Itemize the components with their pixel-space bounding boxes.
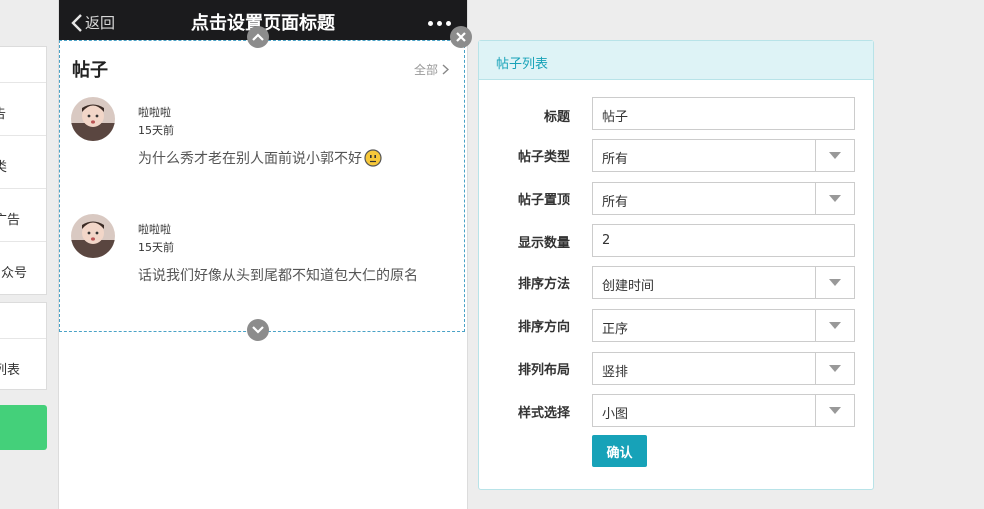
module-title: 帖子 xyxy=(72,60,108,81)
caret-down-icon[interactable] xyxy=(815,183,854,214)
post-time: 15天前 xyxy=(138,124,174,137)
move-up-handle[interactable] xyxy=(247,26,269,48)
post-time: 15天前 xyxy=(138,241,174,254)
sort-method-label: 排序方法 xyxy=(517,277,570,292)
more-icon[interactable] xyxy=(428,21,451,26)
smiley-emoji-icon xyxy=(364,149,382,167)
left-menu-group-2: 列表 xyxy=(0,302,47,390)
post-text: 话说我们好像从头到尾都不知道包大仁的原名 xyxy=(138,268,418,284)
title-label: 标题 xyxy=(543,110,570,125)
style-select[interactable]: 小图 xyxy=(592,394,855,427)
post-author: 啦啦啦 xyxy=(138,106,171,119)
view-all-link[interactable]: 全部 xyxy=(414,61,449,78)
style-label: 样式选择 xyxy=(517,406,570,421)
close-icon xyxy=(456,32,466,42)
left-menu-item[interactable]: 广告 xyxy=(0,188,46,241)
left-menu-group-1: 告 类 广告 众号 xyxy=(0,46,47,295)
green-action-button[interactable] xyxy=(0,405,47,450)
view-all-label: 全部 xyxy=(413,63,438,77)
caret-down-icon[interactable] xyxy=(815,395,854,426)
left-menu-header xyxy=(0,303,46,338)
chevron-right-icon xyxy=(442,64,449,75)
avatar xyxy=(71,214,115,258)
display-count-input[interactable]: 2 xyxy=(592,224,855,257)
display-count-label: 显示数量 xyxy=(517,236,570,251)
post-content: 话说我们好像从头到尾都不知道包大仁的原名 xyxy=(138,265,418,285)
caret-down-icon[interactable] xyxy=(815,140,854,171)
confirm-button[interactable]: 确认 xyxy=(592,435,647,467)
post-list-module[interactable]: 帖子 全部 啦啦啦 15天前 为什么秀才老在别人面前说小郭不好 啦啦啦 15天前… xyxy=(59,40,465,332)
post-content: 为什么秀才老在别人面前说小郭不好 xyxy=(138,148,382,168)
post-type-select[interactable]: 所有 xyxy=(592,139,855,172)
caret-down-icon[interactable] xyxy=(815,353,854,384)
move-down-handle[interactable] xyxy=(247,319,269,341)
panel-header: 帖子列表 xyxy=(479,41,873,80)
layout-select[interactable]: 竖排 xyxy=(592,352,855,385)
panel-title: 帖子列表 xyxy=(496,57,549,72)
left-menu-item[interactable]: 类 xyxy=(0,135,46,188)
left-menu-item[interactable]: 列表 xyxy=(0,338,46,389)
chevron-up-icon xyxy=(252,33,264,41)
post-author: 啦啦啦 xyxy=(138,223,171,236)
sort-method-select[interactable]: 创建时间 xyxy=(592,266,855,299)
chevron-down-icon xyxy=(252,326,264,334)
title-input[interactable]: 帖子 xyxy=(592,97,855,130)
layout-label: 排列布局 xyxy=(517,363,570,378)
post-list-settings-panel: 帖子列表 标题 帖子 帖子类型 所有 帖子置顶 所有 显示数量 2 排序方法 创… xyxy=(478,40,874,490)
left-menu-header xyxy=(0,47,46,82)
sort-direction-select[interactable]: 正序 xyxy=(592,309,855,342)
post-pinned-label: 帖子置顶 xyxy=(517,193,570,208)
sort-direction-label: 排序方向 xyxy=(517,320,570,335)
left-menu-item[interactable]: 众号 xyxy=(0,241,46,294)
post-pinned-select[interactable]: 所有 xyxy=(592,182,855,215)
left-menu-item[interactable]: 告 xyxy=(0,82,46,135)
delete-module-handle[interactable] xyxy=(450,26,472,48)
phone-preview: 返回 点击设置页面标题 帖子 全部 啦啦啦 15天前 为什么秀才老在别人面前说小… xyxy=(58,0,468,509)
post-text: 为什么秀才老在别人面前说小郭不好 xyxy=(138,151,362,167)
caret-down-icon[interactable] xyxy=(815,267,854,298)
post-type-label: 帖子类型 xyxy=(517,150,570,165)
avatar xyxy=(71,97,115,141)
caret-down-icon[interactable] xyxy=(815,310,854,341)
